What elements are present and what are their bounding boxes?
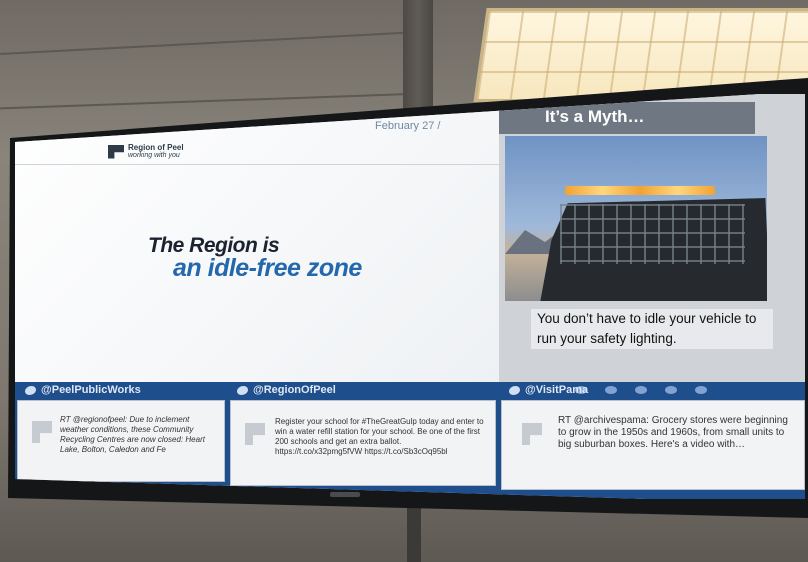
twitter-bird-icon [25,385,36,395]
ceiling-beam [0,92,420,110]
tweet-text: Register your school for #TheGreatGulp t… [275,417,484,456]
tv-brand-badge [330,492,360,497]
peel-p-icon [108,144,124,159]
amber-light-bar [565,186,715,195]
wall-pole [407,505,421,562]
twitter-bird-icon [509,385,520,395]
tweet-card: RT @regionofpeel: Due to inclement weath… [17,400,225,482]
myth-title: It’s a Myth… [545,107,645,126]
feed-handle-label: @VisitPama [525,384,589,396]
peel-p-icon [32,421,52,443]
headache-rack [560,204,745,264]
tweet-text: RT @regionofpeel: Due to inclement weath… [60,415,205,454]
ceiling-beam [0,31,420,55]
feed-handle: @PeelPublicWorks [25,384,141,396]
myth-body: You don’t have to idle your vehicle to r… [531,309,773,349]
truck-photo [505,136,767,301]
feed-handle-label: @PeelPublicWorks [41,384,141,396]
feed-handle: @VisitPama [509,384,588,396]
digital-signage-screen: Region of Peel working with you February… [15,94,805,499]
feed-column-2: @RegionOfPeel Register your school for #… [227,382,497,499]
headline-line2: an idle-free zone [173,254,362,282]
logo-subtitle: working with you [128,152,180,159]
tweet-text: RT @archivespama: Grocery stores were be… [558,415,788,450]
tweet-card: RT @archivespama: Grocery stores were be… [501,400,805,490]
feed-column-3: @VisitPama RT @archivespama: Grocery sto… [499,382,805,499]
region-of-peel-logo: Region of Peel working with you [108,144,184,159]
feed-handle-label: @RegionOfPeel [253,384,336,396]
date-label: February 27 / [375,120,441,132]
peel-p-icon [522,423,542,445]
peel-p-icon [245,423,265,445]
mount-pillar [403,0,433,115]
office-scene: Region of Peel working with you February… [0,0,808,562]
logo-title: Region of Peel [128,143,184,152]
feed-handle: @RegionOfPeel [237,384,336,396]
twitter-bird-icon [237,385,248,395]
myth-slide: It’s a Myth… You don’t have to idle your… [499,94,805,382]
tweet-card: Register your school for #TheGreatGulp t… [230,400,496,486]
social-feed-bar: @PeelPublicWorks RT @regionofpeel: Due t… [15,382,805,499]
